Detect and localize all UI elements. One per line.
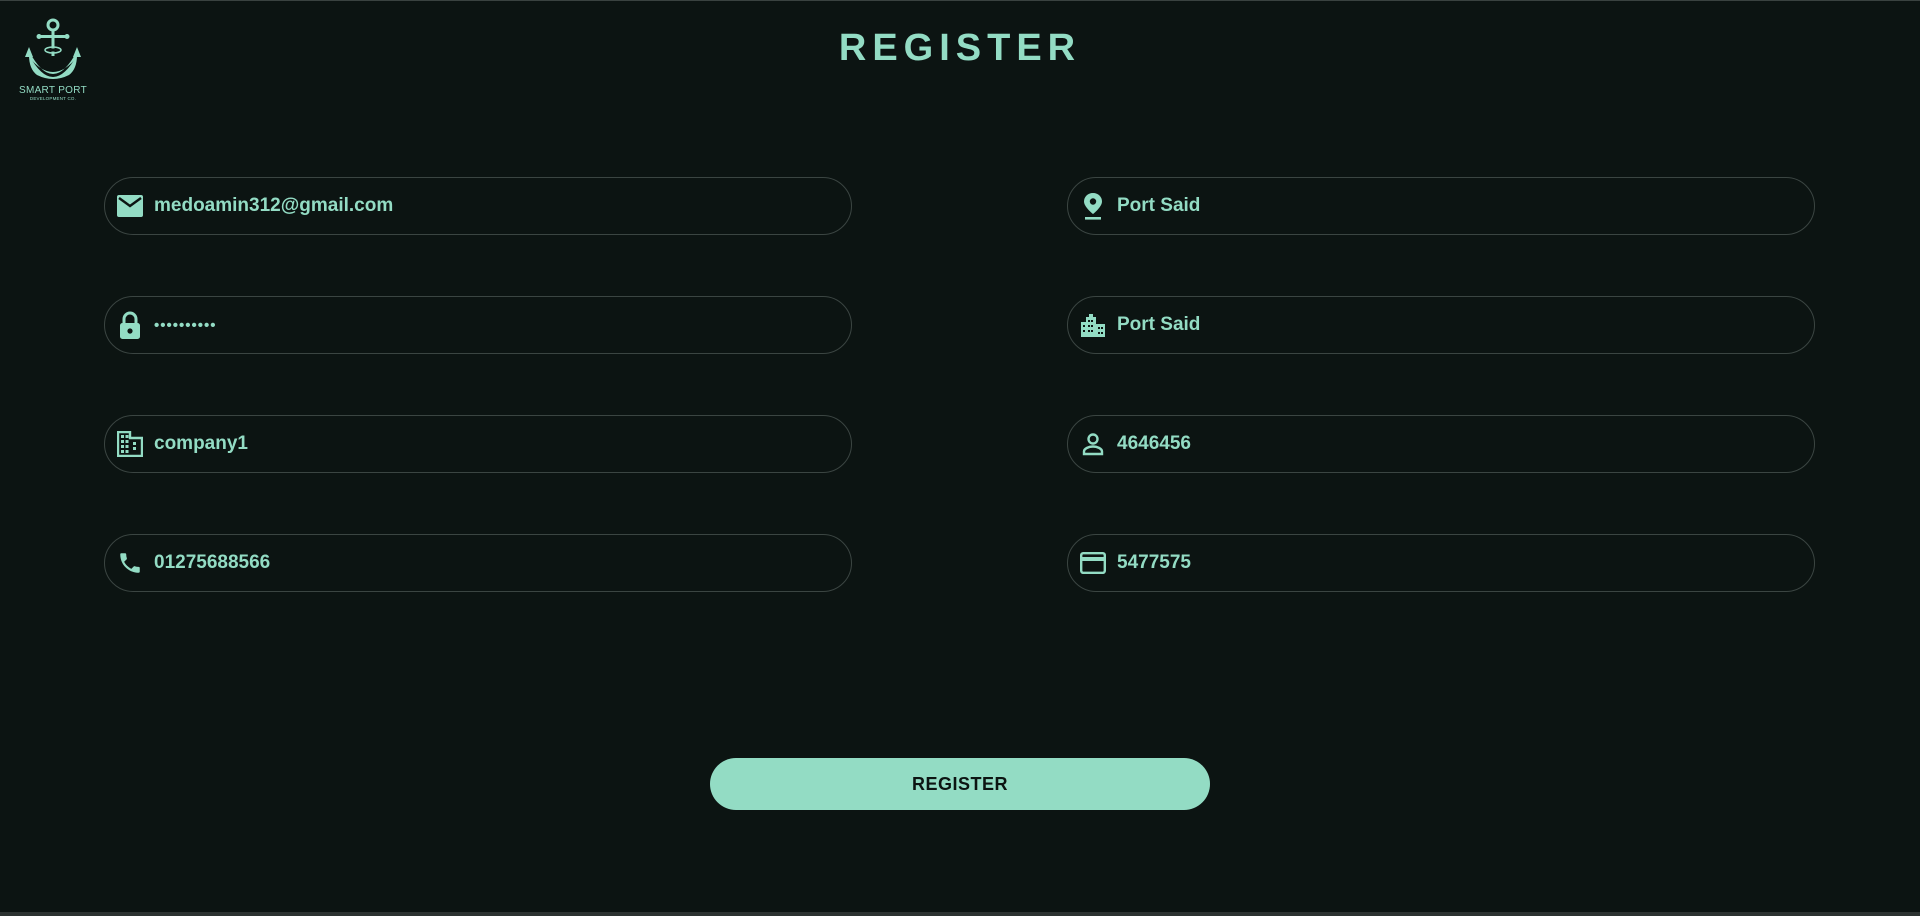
location-pin-icon (1079, 192, 1107, 220)
city-field[interactable]: Port Said (1067, 296, 1815, 354)
phone-field[interactable]: 01275688566 (104, 534, 852, 592)
email-field[interactable]: medoamin312@gmail.com (104, 177, 852, 235)
phone-value: 01275688566 (154, 552, 271, 573)
credit-card-icon (1079, 549, 1107, 577)
company-field[interactable]: company1 (104, 415, 852, 473)
bottom-divider (0, 912, 1920, 916)
lock-icon (116, 311, 144, 339)
mail-icon (116, 192, 144, 220)
card-field[interactable]: 5477575 (1067, 534, 1815, 592)
password-field[interactable]: •••••••••• (104, 296, 852, 354)
id-field[interactable]: 4646456 (1067, 415, 1815, 473)
city-value: Port Said (1117, 314, 1201, 335)
register-page: SMART PORT DEVELOPMENT CO. REGISTER medo… (0, 0, 1920, 916)
company-value: company1 (154, 433, 248, 454)
person-icon (1079, 430, 1107, 458)
card-value: 5477575 (1117, 552, 1191, 573)
address-field[interactable]: Port Said (1067, 177, 1815, 235)
city-icon (1079, 311, 1107, 339)
password-value: •••••••••• (154, 316, 217, 334)
register-button[interactable]: REGISTER (710, 758, 1210, 810)
logo-name: SMART PORT (18, 85, 87, 96)
page-title: REGISTER (838, 27, 1082, 69)
email-value: medoamin312@gmail.com (154, 195, 394, 216)
phone-icon (116, 549, 144, 577)
id-value: 4646456 (1117, 433, 1191, 454)
building-icon (116, 430, 144, 458)
address-value: Port Said (1117, 195, 1201, 216)
logo-subtitle: DEVELOPMENT CO. (29, 96, 77, 101)
